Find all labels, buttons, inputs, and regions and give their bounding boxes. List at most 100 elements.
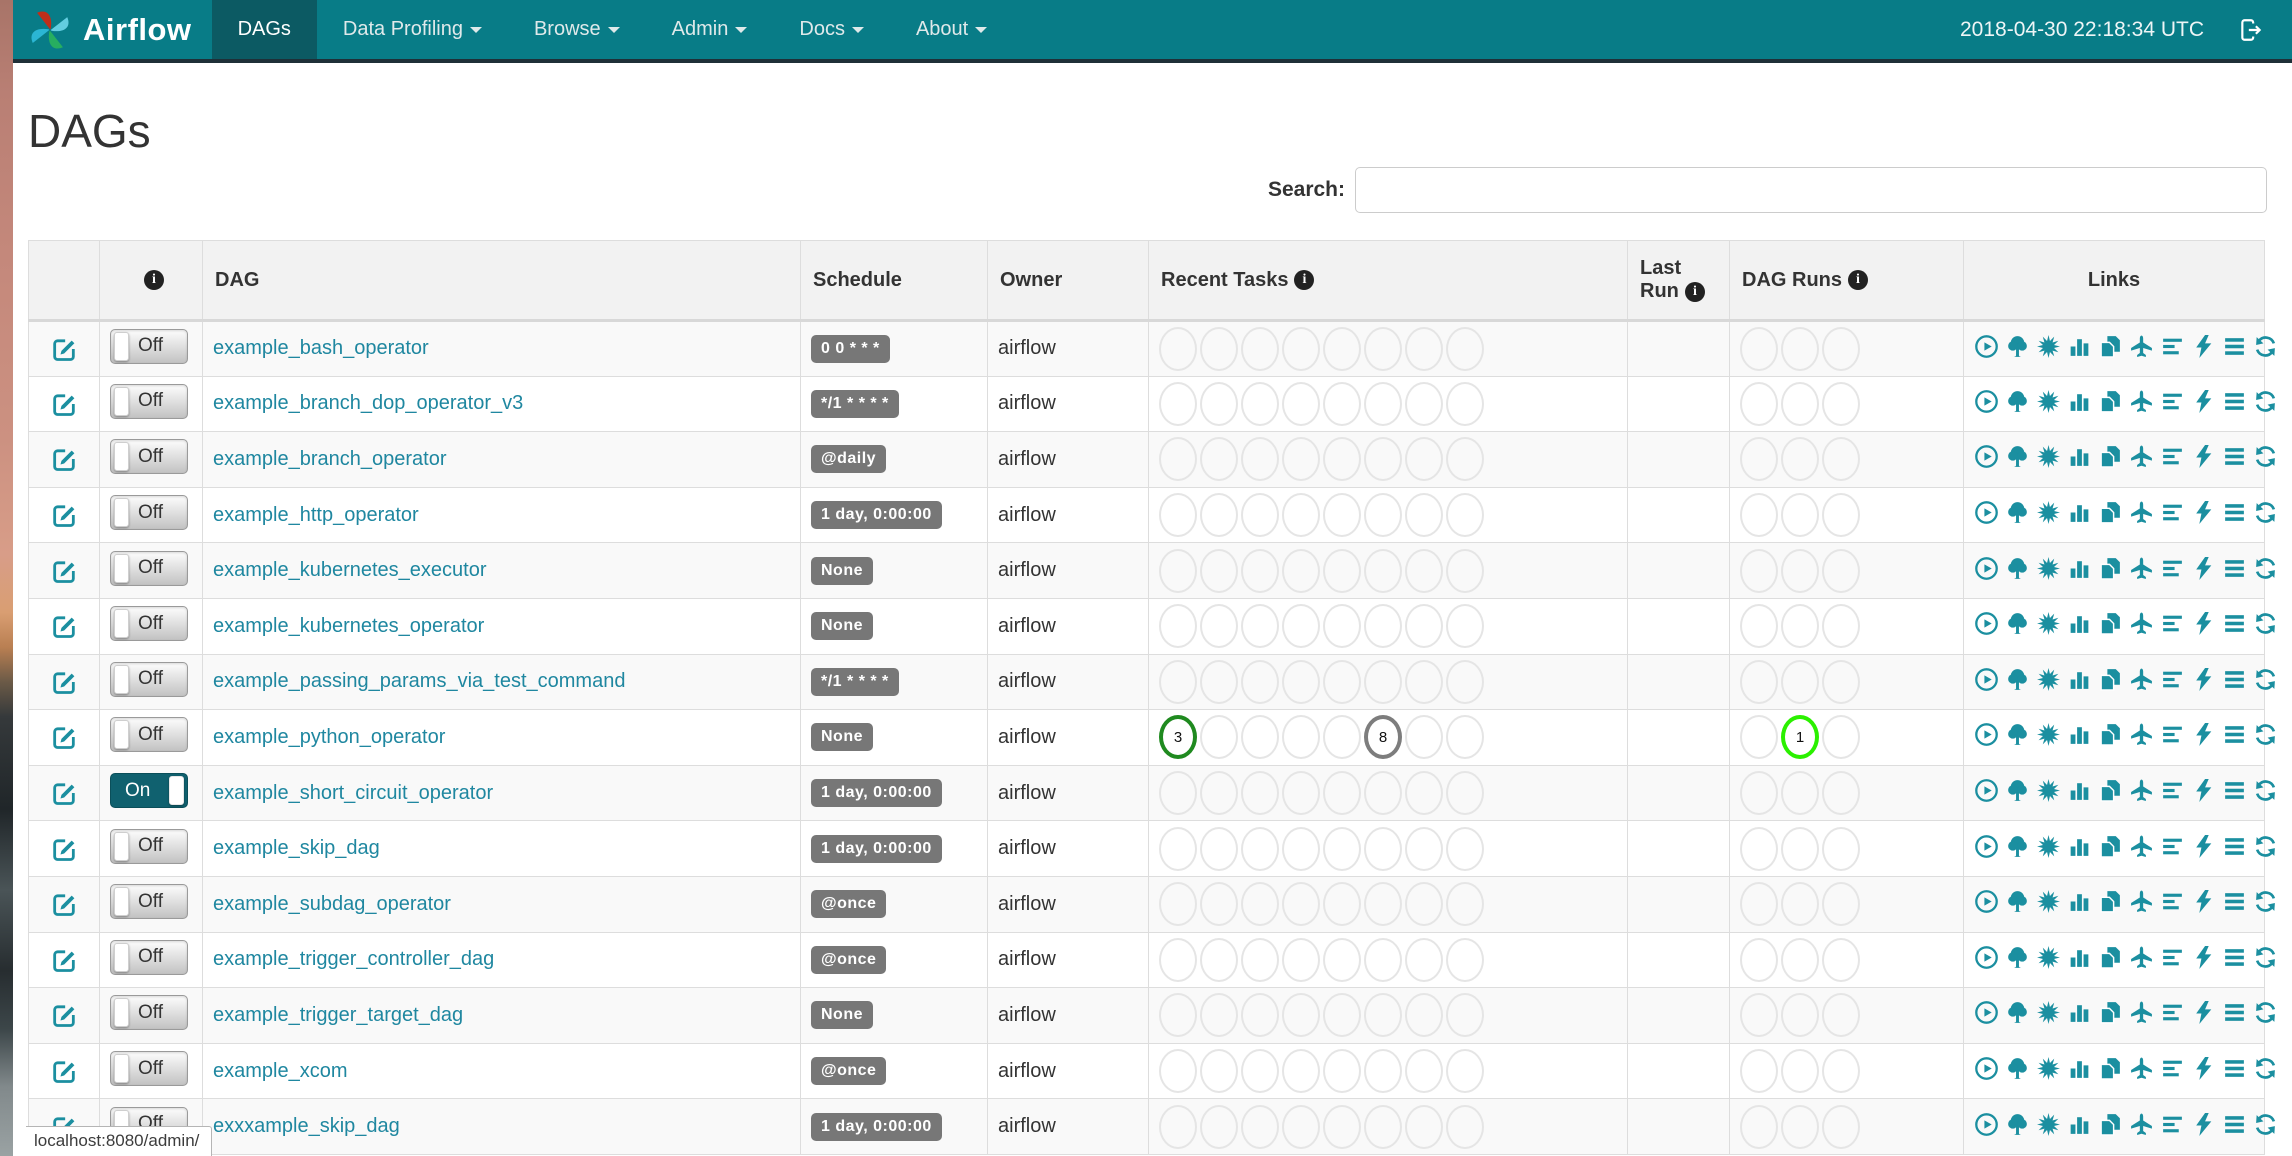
code-view-icon[interactable] [2191, 722, 2216, 747]
task-duration-icon[interactable] [2067, 389, 2092, 414]
landing-times-icon[interactable] [2129, 334, 2154, 359]
trigger-dag-icon[interactable] [1974, 889, 1999, 914]
trigger-dag-icon[interactable] [1974, 389, 1999, 414]
refresh-icon[interactable] [2253, 667, 2278, 692]
landing-times-icon[interactable] [2129, 834, 2154, 859]
dag-pause-toggle[interactable]: Off [110, 328, 188, 364]
dag-link[interactable]: example_http_operator [213, 504, 419, 526]
nav-item-docs[interactable]: Docs [773, 0, 890, 59]
dag-link[interactable]: example_trigger_controller_dag [213, 948, 494, 970]
edit-dag-icon[interactable] [50, 1005, 78, 1028]
task-duration-icon[interactable] [2067, 444, 2092, 469]
landing-times-icon[interactable] [2129, 1056, 2154, 1081]
graph-view-icon[interactable] [2036, 778, 2061, 803]
landing-times-icon[interactable] [2129, 389, 2154, 414]
refresh-icon[interactable] [2253, 389, 2278, 414]
tree-view-icon[interactable] [2005, 722, 2030, 747]
task-duration-icon[interactable] [2067, 667, 2092, 692]
landing-times-icon[interactable] [2129, 611, 2154, 636]
refresh-icon[interactable] [2253, 778, 2278, 803]
graph-view-icon[interactable] [2036, 500, 2061, 525]
logs-icon[interactable] [2222, 556, 2247, 581]
dag-link[interactable]: example_xcom [213, 1060, 348, 1082]
edit-dag-icon[interactable] [50, 727, 78, 750]
landing-times-icon[interactable] [2129, 556, 2154, 581]
task-tries-icon[interactable] [2098, 722, 2123, 747]
logs-icon[interactable] [2222, 611, 2247, 636]
edit-dag-icon[interactable] [50, 894, 78, 917]
dag-pause-toggle[interactable]: Off [110, 828, 188, 864]
dag-link[interactable]: example_trigger_target_dag [213, 1004, 463, 1026]
gantt-icon[interactable] [2160, 667, 2185, 692]
task-tries-icon[interactable] [2098, 1056, 2123, 1081]
dag-pause-toggle[interactable]: Off [110, 383, 188, 419]
graph-view-icon[interactable] [2036, 889, 2061, 914]
refresh-icon[interactable] [2253, 1112, 2278, 1137]
dag-pause-toggle[interactable]: Off [110, 1051, 188, 1087]
code-view-icon[interactable] [2191, 667, 2216, 692]
refresh-icon[interactable] [2253, 334, 2278, 359]
dag-link[interactable]: example_skip_dag [213, 837, 380, 859]
gantt-icon[interactable] [2160, 945, 2185, 970]
logs-icon[interactable] [2222, 722, 2247, 747]
edit-dag-icon[interactable] [50, 561, 78, 583]
tree-view-icon[interactable] [2005, 1056, 2030, 1081]
gantt-icon[interactable] [2160, 444, 2185, 469]
code-view-icon[interactable] [2191, 334, 2216, 359]
graph-view-icon[interactable] [2036, 1056, 2061, 1081]
task-duration-icon[interactable] [2067, 500, 2092, 525]
nav-item-data-profiling[interactable]: Data Profiling [317, 0, 508, 59]
task-state-circle[interactable]: 3 [1159, 715, 1197, 760]
tree-view-icon[interactable] [2005, 389, 2030, 414]
edit-dag-icon[interactable] [50, 616, 78, 639]
landing-times-icon[interactable] [2129, 945, 2154, 970]
dag-link[interactable]: example_python_operator [213, 726, 445, 748]
trigger-dag-icon[interactable] [1974, 778, 1999, 803]
dag-pause-toggle[interactable]: Off [110, 884, 188, 920]
gantt-icon[interactable] [2160, 1056, 2185, 1081]
task-tries-icon[interactable] [2098, 889, 2123, 914]
graph-view-icon[interactable] [2036, 334, 2061, 359]
dag-link[interactable]: example_bash_operator [213, 337, 429, 359]
dag-link[interactable]: example_kubernetes_operator [213, 615, 484, 637]
tree-view-icon[interactable] [2005, 778, 2030, 803]
nav-item-about[interactable]: About [890, 0, 1013, 59]
gantt-icon[interactable] [2160, 611, 2185, 636]
task-duration-icon[interactable] [2067, 556, 2092, 581]
dag-pause-toggle[interactable]: Off [110, 939, 188, 975]
search-input[interactable] [1355, 167, 2267, 213]
task-duration-icon[interactable] [2067, 1000, 2092, 1025]
dag-pause-toggle[interactable]: Off [110, 661, 188, 697]
gantt-icon[interactable] [2160, 389, 2185, 414]
gantt-icon[interactable] [2160, 500, 2185, 525]
tree-view-icon[interactable] [2005, 500, 2030, 525]
task-tries-icon[interactable] [2098, 1112, 2123, 1137]
logs-icon[interactable] [2222, 444, 2247, 469]
refresh-icon[interactable] [2253, 722, 2278, 747]
trigger-dag-icon[interactable] [1974, 611, 1999, 636]
refresh-icon[interactable] [2253, 500, 2278, 525]
dag-pause-toggle[interactable]: Off [110, 550, 188, 586]
landing-times-icon[interactable] [2129, 667, 2154, 692]
graph-view-icon[interactable] [2036, 1112, 2061, 1137]
trigger-dag-icon[interactable] [1974, 1112, 1999, 1137]
task-duration-icon[interactable] [2067, 945, 2092, 970]
edit-dag-icon[interactable] [50, 505, 78, 527]
tree-view-icon[interactable] [2005, 334, 2030, 359]
code-view-icon[interactable] [2191, 945, 2216, 970]
landing-times-icon[interactable] [2129, 722, 2154, 747]
logs-icon[interactable] [2222, 1112, 2247, 1137]
tree-view-icon[interactable] [2005, 444, 2030, 469]
airflow-brand[interactable]: Airflow [13, 0, 212, 59]
graph-view-icon[interactable] [2036, 611, 2061, 636]
logs-icon[interactable] [2222, 1000, 2247, 1025]
code-view-icon[interactable] [2191, 389, 2216, 414]
trigger-dag-icon[interactable] [1974, 834, 1999, 859]
logs-icon[interactable] [2222, 778, 2247, 803]
dag-pause-toggle[interactable]: Off [110, 606, 188, 642]
task-duration-icon[interactable] [2067, 611, 2092, 636]
trigger-dag-icon[interactable] [1974, 667, 1999, 692]
dag-link[interactable]: example_branch_dop_operator_v3 [213, 392, 523, 414]
gantt-icon[interactable] [2160, 889, 2185, 914]
landing-times-icon[interactable] [2129, 444, 2154, 469]
